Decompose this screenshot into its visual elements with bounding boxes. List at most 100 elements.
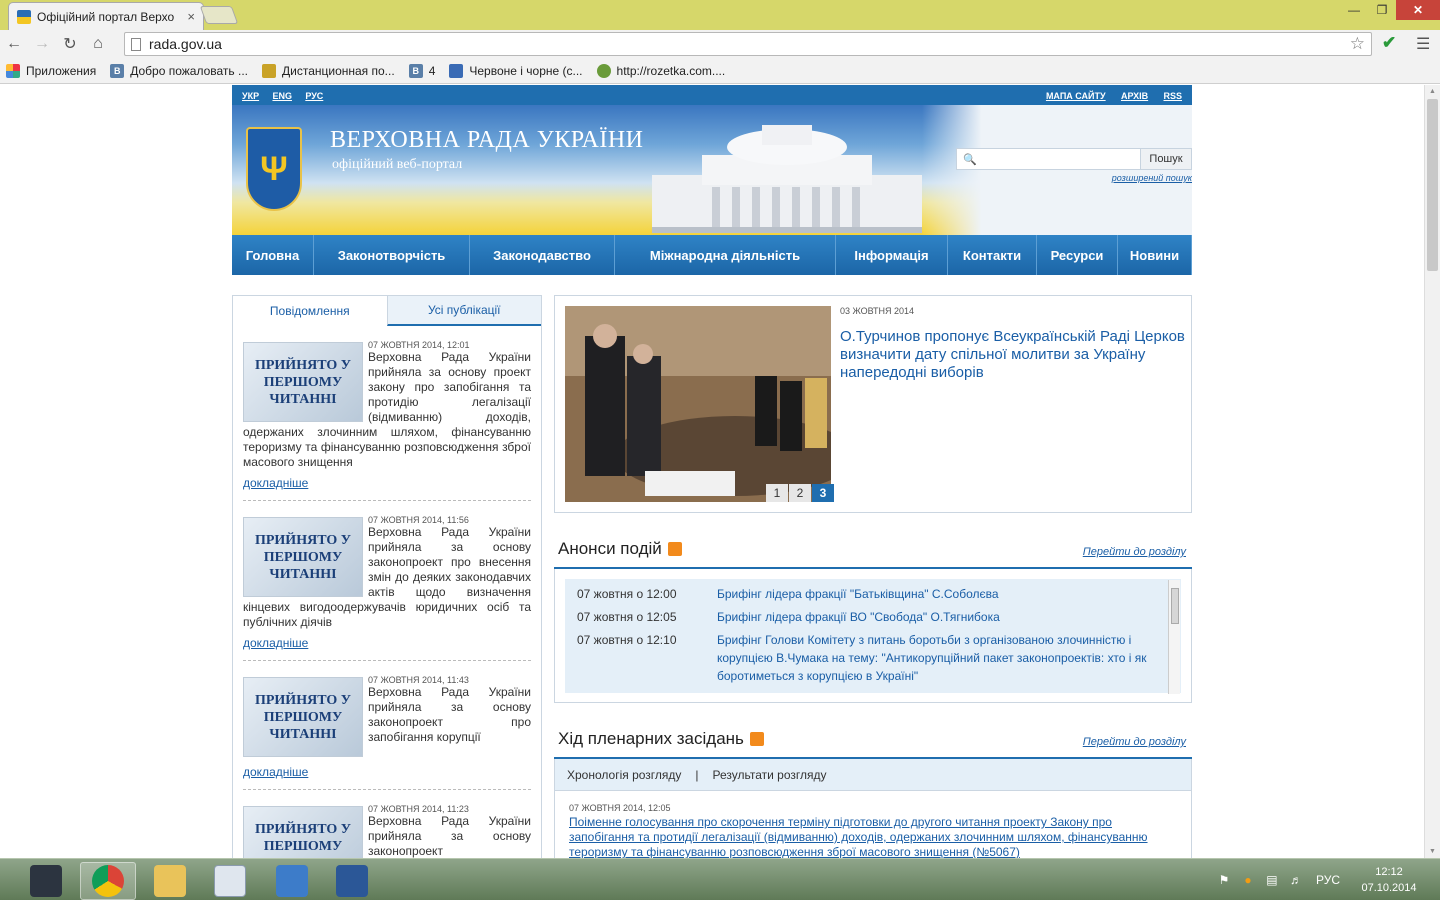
- announcement-link[interactable]: Брифінг лідера фракції ВО "Свобода" О.Тя…: [717, 608, 1155, 626]
- lang-ukr-link[interactable]: УКР: [242, 91, 259, 101]
- plenary-section-link[interactable]: Перейти до розділу: [1083, 736, 1186, 748]
- tab-chronology[interactable]: Хронологія розгляду: [567, 768, 681, 782]
- slider-page-1[interactable]: 1: [766, 484, 788, 502]
- bookmark-vk[interactable]: B Добро пожаловать ...: [110, 63, 248, 78]
- network-icon[interactable]: ▤: [1264, 872, 1280, 888]
- nav-item[interactable]: Законодавство: [470, 235, 615, 275]
- taskbar-explorer[interactable]: [142, 862, 198, 900]
- nav-item[interactable]: Ресурси: [1037, 235, 1118, 275]
- news-thumbnail[interactable]: ПРИЙНЯТО У ПЕРШОМУ ЧИТАННІ: [243, 677, 363, 757]
- page-scroll-thumb[interactable]: [1427, 99, 1438, 271]
- announcements-scrollbar[interactable]: [1168, 580, 1180, 694]
- tab-close-icon[interactable]: ×: [187, 9, 195, 24]
- dist-icon: [262, 63, 276, 78]
- bookmark-label: Приложения: [26, 63, 97, 78]
- featured-photo[interactable]: [565, 306, 831, 502]
- news-thumbnail[interactable]: ПРИЙНЯТО У ПЕРШОМУ ЧИТАННІ: [243, 342, 363, 422]
- news-more-link[interactable]: докладніше: [243, 759, 531, 789]
- volume-icon[interactable]: ♬: [1288, 872, 1304, 888]
- plenary-date: 07 ЖОВТНЯ 2014, 12:05: [569, 803, 671, 813]
- tab-results[interactable]: Результати розгляду: [713, 768, 827, 782]
- bookmark-dist[interactable]: Дистанционная по...: [262, 63, 395, 78]
- scroll-thumb[interactable]: [1171, 588, 1179, 624]
- bookmark-apps[interactable]: Приложения: [6, 63, 97, 78]
- back-icon[interactable]: ←: [0, 32, 28, 56]
- rss-icon[interactable]: [749, 732, 764, 746]
- shield-extension-icon[interactable]: ✔: [1382, 33, 1404, 55]
- search-input[interactable]: [982, 149, 1141, 169]
- rss-icon[interactable]: [667, 542, 682, 556]
- slider-page-2[interactable]: 2: [789, 484, 811, 502]
- plenary-item-link[interactable]: Поіменне голосування про скорочення терм…: [569, 815, 1177, 858]
- app-icon: [276, 865, 308, 897]
- bookmark-star-icon[interactable]: ☆: [1350, 34, 1365, 54]
- site-container: УКР ENG РУС МАПА САЙТУ АРХІВ RSS Ψ ВЕРХО…: [232, 85, 1192, 858]
- announcement-link[interactable]: Брифінг лідера фракції "Батьківщина" С.С…: [717, 585, 1155, 603]
- bookmark-red-black[interactable]: Червоне і чорне (с...: [449, 63, 583, 78]
- forward-icon[interactable]: →: [28, 32, 56, 56]
- lang-eng-link[interactable]: ENG: [272, 91, 292, 101]
- close-button[interactable]: ✕: [1396, 0, 1440, 20]
- page-icon: [131, 37, 141, 51]
- restore-button[interactable]: ❐: [1368, 0, 1396, 20]
- advanced-search-link[interactable]: розширений пошук: [1112, 173, 1192, 183]
- announcement-link[interactable]: Брифінг Голови Комітету з питань боротьб…: [717, 631, 1155, 685]
- search-button[interactable]: Пошук: [1140, 148, 1192, 170]
- news-item: ПРИЙНЯТО У ПЕРШОМУ ЧИТАННІ 07 ЖОВТНЯ 2014…: [243, 790, 531, 858]
- search-icon: 🔍: [963, 153, 977, 166]
- site-favicon-icon: [17, 9, 31, 24]
- news-date: 07 ЖОВТНЯ 2014, 11:56: [368, 515, 469, 525]
- tab-announcements[interactable]: Повідомлення: [233, 296, 387, 326]
- bookmark-label: Добро пожаловать ...: [130, 63, 248, 78]
- archive-link[interactable]: АРХІВ: [1121, 91, 1148, 101]
- news-thumbnail[interactable]: ПРИЙНЯТО У ПЕРШОМУ ЧИТАННІ: [243, 806, 363, 858]
- rss-link[interactable]: RSS: [1163, 91, 1182, 101]
- announcements-section-link[interactable]: Перейти до розділу: [1083, 546, 1186, 558]
- scroll-up-icon[interactable]: ▲: [1429, 88, 1436, 95]
- nav-item[interactable]: Міжнародна діяльність: [615, 235, 836, 275]
- flag-icon[interactable]: ⚑: [1216, 872, 1232, 888]
- browser-tab-active[interactable]: Офіційний портал Верхо ×: [8, 2, 204, 30]
- coat-of-arms-icon[interactable]: Ψ: [246, 127, 302, 211]
- new-tab-button[interactable]: [199, 6, 239, 24]
- url-text[interactable]: rada.gov.ua: [149, 36, 1350, 52]
- news-list: ПРИЙНЯТО У ПЕРШОМУ ЧИТАННІ 07 ЖОВТНЯ 2014…: [232, 326, 542, 858]
- featured-title-link[interactable]: О.Турчинов пропонує Всеукраїнській Раді …: [840, 328, 1190, 382]
- address-bar[interactable]: rada.gov.ua ☆: [124, 32, 1372, 56]
- site-search-box: 🔍: [956, 148, 1142, 170]
- system-tray: ⚑ ● ▤ ♬ РУС 12:12 07.10.2014: [1216, 859, 1440, 901]
- nav-item[interactable]: Законотворчість: [314, 235, 470, 275]
- reload-icon[interactable]: ↻: [56, 32, 84, 56]
- tab-all-publications[interactable]: Усі публікації: [386, 296, 541, 326]
- news-more-link[interactable]: докладніше: [243, 630, 531, 660]
- news-thumbnail[interactable]: ПРИЙНЯТО У ПЕРШОМУ ЧИТАННІ: [243, 517, 363, 597]
- news-more-link[interactable]: докладніше: [243, 470, 531, 500]
- page-scrollbar[interactable]: ▲ ▼: [1424, 85, 1440, 858]
- bookmark-vk-4[interactable]: B4: [408, 63, 435, 78]
- plenary-title-text: Хід пленарних засідань: [558, 729, 744, 748]
- news-tabs: Повідомлення Усі публікації: [232, 295, 542, 326]
- slider-page-3[interactable]: 3: [812, 484, 834, 502]
- lang-rus-link[interactable]: РУС: [305, 91, 323, 101]
- nav-item[interactable]: Контакти: [948, 235, 1037, 275]
- main-column: 1 2 3 03 ЖОВТНЯ 2014 О.Турчинов пропонує…: [554, 295, 1192, 858]
- chrome-menu-icon[interactable]: ☰: [1416, 34, 1430, 54]
- antivirus-icon[interactable]: ●: [1240, 872, 1256, 888]
- minimize-button[interactable]: —: [1340, 0, 1368, 20]
- site-title[interactable]: ВЕРХОВНА РАДА УКРАЇНИ: [330, 127, 644, 154]
- sitemap-link[interactable]: МАПА САЙТУ: [1046, 91, 1106, 101]
- nav-item[interactable]: Головна: [232, 235, 314, 275]
- home-icon[interactable]: ⌂: [84, 32, 112, 56]
- nav-item[interactable]: Інформація: [836, 235, 948, 275]
- taskbar-app[interactable]: [264, 862, 320, 900]
- taskbar-chrome[interactable]: [80, 862, 136, 900]
- plenary-body: 07 ЖОВТНЯ 2014, 12:05 Поіменне голосуван…: [554, 791, 1192, 858]
- nav-item[interactable]: Новини: [1118, 235, 1192, 275]
- taskbar-word[interactable]: [324, 862, 380, 900]
- language-indicator[interactable]: РУС: [1316, 873, 1340, 887]
- taskbar-steam[interactable]: [18, 862, 74, 900]
- bookmark-rozetka[interactable]: http://rozetka.com....: [596, 63, 725, 78]
- scroll-down-icon[interactable]: ▼: [1429, 848, 1436, 855]
- taskbar-calculator[interactable]: [202, 862, 258, 900]
- clock[interactable]: 12:12 07.10.2014: [1354, 864, 1424, 896]
